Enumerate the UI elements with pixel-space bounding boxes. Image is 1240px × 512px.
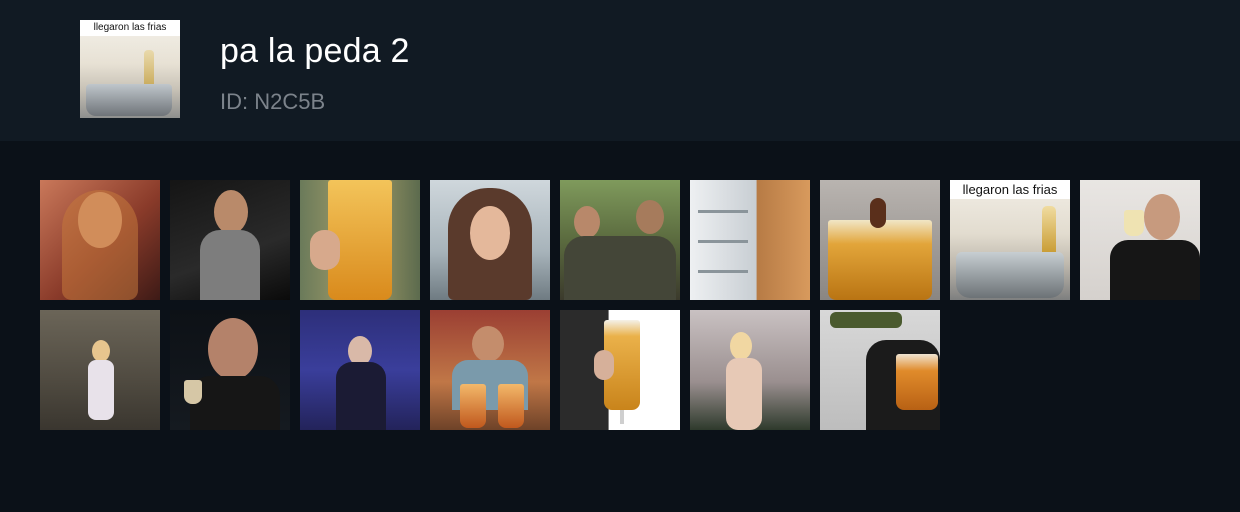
gif-fridge-shelf bbox=[698, 270, 748, 273]
gif-tile[interactable]: llegaron las frias bbox=[950, 180, 1070, 300]
gif-shot-glass bbox=[184, 380, 202, 404]
gif-tile[interactable] bbox=[300, 310, 420, 430]
gif-figure bbox=[88, 360, 114, 420]
gif-figure bbox=[1110, 240, 1200, 300]
gif-fridge-shelf bbox=[698, 210, 748, 213]
gif-beer-glass bbox=[828, 220, 932, 300]
gif-tile[interactable] bbox=[40, 180, 160, 300]
gif-hand bbox=[594, 350, 614, 380]
gif-figure bbox=[636, 200, 664, 234]
gif-hand bbox=[310, 230, 340, 270]
gif-tile[interactable] bbox=[560, 310, 680, 430]
gif-tile[interactable] bbox=[820, 180, 940, 300]
gif-tile[interactable] bbox=[170, 180, 290, 300]
gif-wine-glass bbox=[1124, 210, 1144, 236]
gif-tile[interactable] bbox=[40, 310, 160, 430]
gif-face bbox=[470, 206, 510, 260]
gif-figure bbox=[200, 230, 260, 300]
gif-tile[interactable] bbox=[170, 310, 290, 430]
gif-grid: llegaron las frias bbox=[40, 180, 1200, 430]
gif-tile[interactable] bbox=[430, 180, 550, 300]
gif-caption: llegaron las frias bbox=[950, 180, 1070, 199]
gif-beer-glass bbox=[498, 384, 524, 428]
cover-caption: llegaron las frias bbox=[80, 20, 180, 36]
pack-header: llegaron las frias pa la peda 2 ID: N2C5… bbox=[0, 0, 1240, 141]
gif-beer-glass bbox=[896, 354, 938, 410]
pack-cover-thumbnail[interactable]: llegaron las frias bbox=[80, 20, 180, 118]
gif-figure bbox=[336, 362, 386, 430]
gif-figure bbox=[190, 376, 280, 430]
gif-fly bbox=[870, 198, 886, 228]
gif-figure bbox=[472, 326, 504, 362]
gif-tile[interactable] bbox=[690, 180, 810, 300]
gif-tile[interactable] bbox=[430, 310, 550, 430]
gif-beer-glass bbox=[460, 384, 486, 428]
gif-bottle bbox=[1042, 206, 1056, 254]
gif-figure bbox=[730, 332, 752, 360]
gif-figure bbox=[214, 190, 248, 234]
gif-tile[interactable] bbox=[1080, 180, 1200, 300]
gif-figure bbox=[1144, 194, 1180, 240]
gif-fridge-shelf bbox=[698, 240, 748, 243]
gif-tile[interactable] bbox=[690, 310, 810, 430]
gif-figure bbox=[726, 358, 762, 430]
gif-figure bbox=[574, 206, 600, 238]
gif-tile[interactable] bbox=[300, 180, 420, 300]
gif-tile[interactable] bbox=[560, 180, 680, 300]
cover-ice-bucket-shape bbox=[86, 84, 172, 116]
gif-figure bbox=[92, 340, 110, 362]
gif-ice-bucket bbox=[956, 252, 1064, 298]
gif-figure bbox=[208, 318, 258, 380]
pack-title: pa la peda 2 bbox=[220, 32, 410, 70]
gif-figure bbox=[564, 236, 676, 300]
pack-id: ID: N2C5B bbox=[220, 89, 326, 114]
gif-figure bbox=[62, 190, 138, 300]
gif-bottle bbox=[830, 312, 902, 328]
gif-tile[interactable] bbox=[820, 310, 940, 430]
gif-glass-stem bbox=[620, 410, 624, 424]
